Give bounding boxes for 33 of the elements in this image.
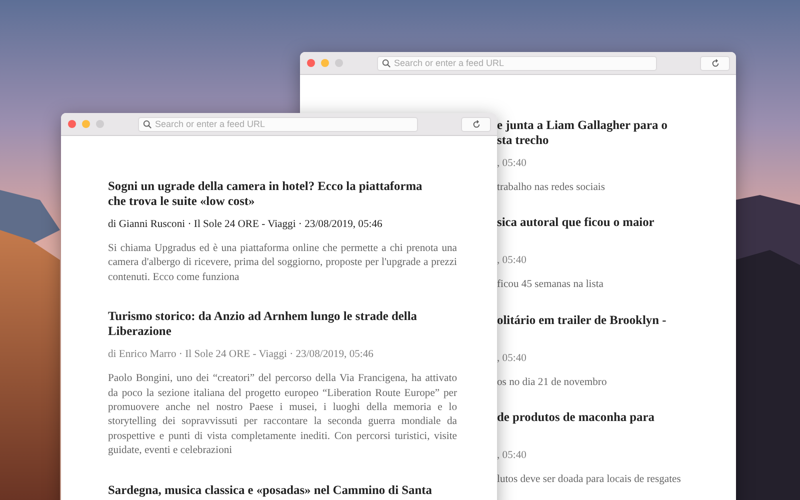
article-summary: Si chiama Upgradus ed è una piattaforma online che permette a chi prenota una camera d'albergo di ricevere, prima del soggiorno, proposte per l'upgrade a prezzi contenuti. Ecco come funziona [108,242,457,285]
article-summary: lutos deve ser doada para locais de resgates [497,473,682,488]
reload-icon [472,120,480,128]
article-byline: , 05:40 [497,254,528,268]
article-byline: , 05:40 [497,352,528,366]
close-button[interactable] [307,59,315,67]
zoom-button[interactable] [335,59,343,67]
article-byline: di Enrico Marro · Il Sole 24 ORE - Viaggi · 23/08/2019, 05:46 [108,348,374,362]
article-title[interactable]: de produtos de maconha para [497,410,726,440]
article-summary: trabalho nas redes sociais [497,181,606,195]
zoom-button[interactable] [96,120,104,128]
minimize-button[interactable] [321,59,329,67]
article-summary: Paolo Bongini, uno dei “creatori” del percorso della Via Francigena, ha attivato da poco la sezione italiana del progetto europeo “Liberation Route Europe” per promuovere anche nel nostro Paese i musei, i luoghi della memoria e lo storytelling dei sopravvissuti per raccontare la seconda guerra mondiale da prospettive e punti di vista completamente inediti. Con percorsi turistici, visite guidate, eventi e celebrazioni [108,372,457,458]
article-byline: di Gianni Rusconi · Il Sole 24 ORE - Viaggi · 23/08/2019, 05:46 [108,218,384,232]
reload-icon [710,58,720,68]
article-byline: , 05:40 [497,157,528,171]
article-summary: os no dia 21 de novembro [497,376,608,390]
article-title[interactable]: olitário em trailer de Brooklyn - [497,312,726,343]
search-icon [382,58,391,68]
reload-button[interactable] [461,116,491,132]
article-title[interactable]: e junta a Liam Gallagher para o sta trecho [497,118,726,148]
article-title[interactable]: Turismo storico: da Anzio ad Arnhem lungo le strade della Liberazione [108,309,457,340]
article-title[interactable]: sica autoral que ficou o maior [497,215,726,246]
reload-button[interactable] [700,56,730,70]
article-title[interactable]: Sogni un ugrade della camera in hotel? Ecco la piattaforma che trova le suite «low cost» [108,179,457,209]
search-field[interactable]: Search or enter a feed URL [377,56,657,70]
article-summary: ficou 45 semanas na lista [497,278,604,292]
search-field[interactable]: Search or enter a feed URL [138,116,418,132]
article-title[interactable]: Sardegna, musica classica e «posadas» nel Cammino di Santa [108,482,457,498]
search-icon [143,120,152,128]
article-byline: , 05:40 [497,449,528,464]
minimize-button[interactable] [82,120,90,128]
close-button[interactable] [68,120,76,128]
